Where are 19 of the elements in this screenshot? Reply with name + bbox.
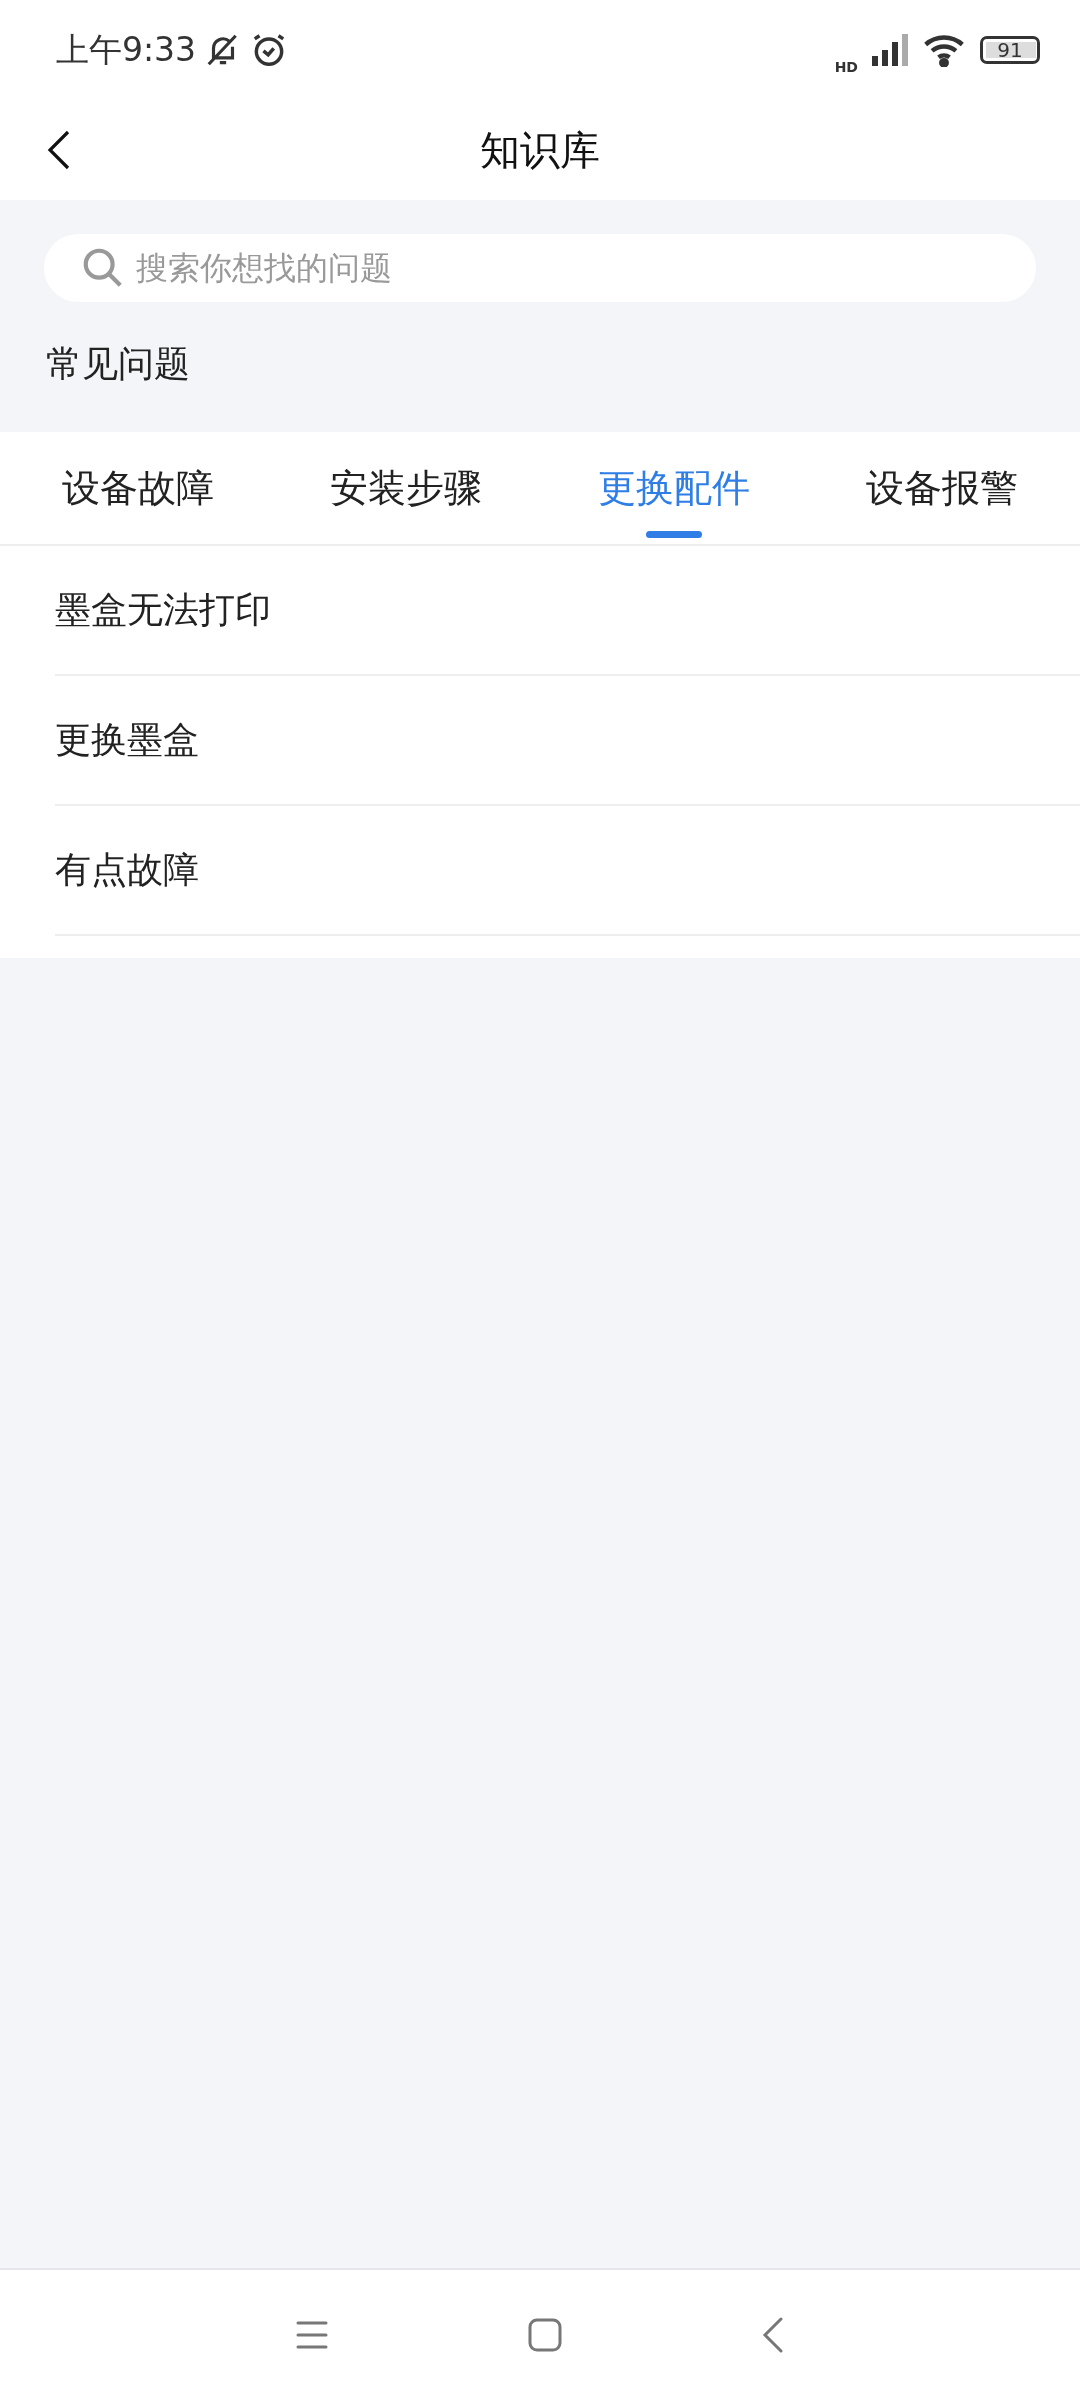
page-title: 知识库: [480, 125, 600, 175]
tab[interactable]: 更换配件: [540, 432, 808, 544]
wifi-icon: [922, 33, 966, 67]
tab[interactable]: 设备报警: [808, 432, 1076, 544]
battery-icon: 91: [980, 36, 1040, 64]
list-item[interactable]: 有点故障: [55, 806, 1080, 936]
tab-indicator: [646, 531, 702, 538]
menu-icon[interactable]: [296, 2320, 328, 2350]
signal-icon: [872, 34, 908, 66]
home-icon[interactable]: [528, 2318, 562, 2352]
network-label: HD: [834, 59, 858, 75]
tab[interactable]: 安装步骤: [272, 432, 540, 544]
tab[interactable]: 设备故障: [4, 432, 272, 544]
section-title: 常见问题: [46, 342, 191, 386]
list-item[interactable]: 墨盒无法打印: [55, 546, 1080, 676]
status-time: 上午9:33: [56, 28, 197, 71]
back-icon[interactable]: [762, 2317, 784, 2353]
search-field[interactable]: 搜索你想找的问题: [44, 234, 1036, 302]
list-item[interactable]: 更换墨盒: [55, 676, 1080, 806]
